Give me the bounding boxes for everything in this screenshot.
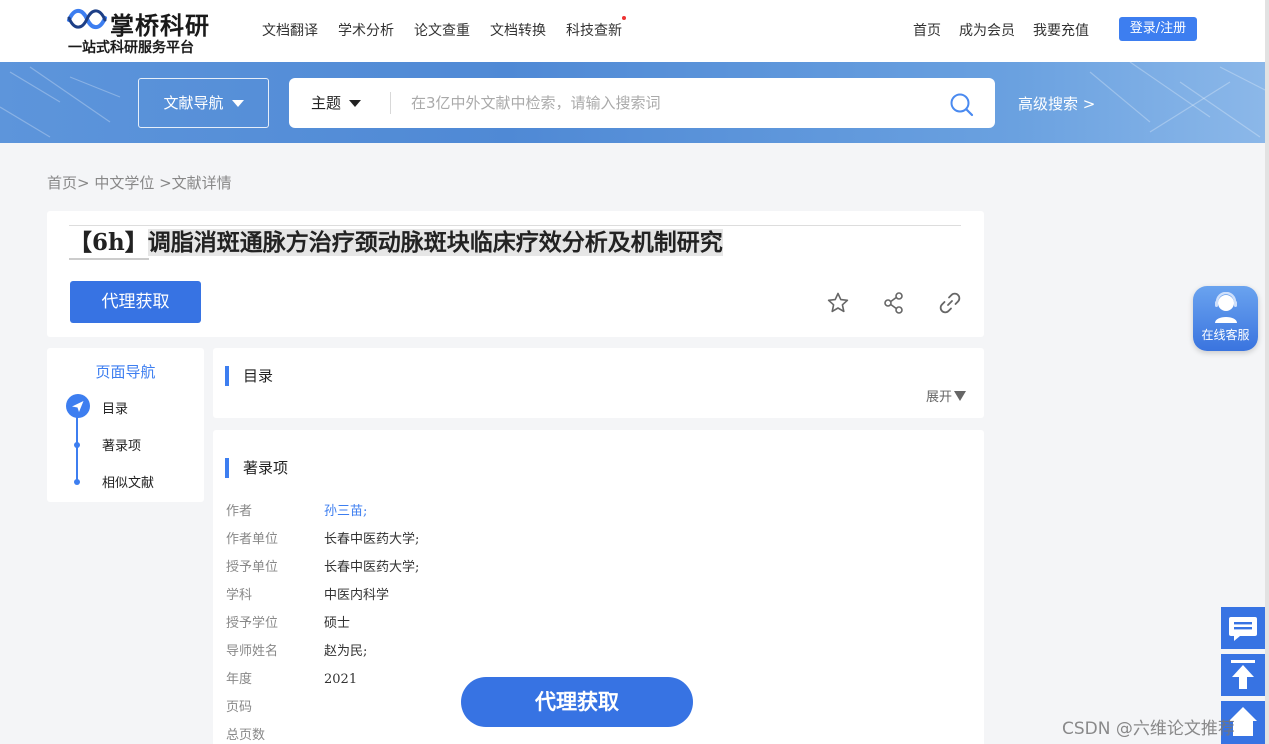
author-link[interactable]: 孙三苗; xyxy=(324,504,367,519)
caret-down-icon xyxy=(231,100,244,107)
search-divider xyxy=(390,92,391,114)
scrollbar-track[interactable] xyxy=(1265,0,1269,744)
meta-label: 授予学位 xyxy=(226,616,279,631)
nav-membership[interactable]: 成为会员 xyxy=(959,20,1015,40)
main-nav: 文档翻译 学术分析 论文查重 文档转换 科技查新 xyxy=(262,16,642,40)
arrow-up-icon xyxy=(1231,660,1255,689)
logo-mark-icon xyxy=(67,8,107,30)
meta-row-pages: 页码 xyxy=(226,696,324,716)
page-nav-timeline xyxy=(76,412,78,484)
search-type-dropdown[interactable]: 主题 xyxy=(311,78,362,128)
link-icon[interactable] xyxy=(938,291,962,315)
meta-value: 2021 xyxy=(324,672,358,687)
nav-recharge[interactable]: 我要充值 xyxy=(1033,20,1089,40)
meta-value: 硕士 xyxy=(324,616,351,631)
meta-value: 长春中医药大学; xyxy=(324,560,420,575)
online-service-widget[interactable]: 在线客服 xyxy=(1193,286,1258,351)
top-header: 掌桥科研 一站式科研服务平台 文档翻译 学术分析 论文查重 文档转换 科技查新 … xyxy=(0,0,1269,62)
meta-row-affiliation: 作者单位 长春中医药大学; xyxy=(226,528,419,548)
meta-row-discipline: 学科 中医内科学 xyxy=(226,584,389,604)
page-nav-item-similar[interactable]: 相似文献 xyxy=(102,472,154,491)
nav-plagiarism-check[interactable]: 论文查重 xyxy=(414,20,470,40)
title-text: 调脂消斑通脉方治疗颈动脉斑块临床疗效分析及机制研究 xyxy=(147,229,723,256)
nav-novelty-search[interactable]: 科技查新 xyxy=(566,16,626,40)
watermark: CSDN @六维论文推荐 xyxy=(1062,719,1235,739)
page-nav-active-marker xyxy=(66,394,90,418)
meta-label: 授予单位 xyxy=(226,560,279,575)
customer-service-icon xyxy=(1215,292,1237,323)
meta-value: 中医内科学 xyxy=(324,588,390,603)
meta-label: 作者 xyxy=(226,504,253,519)
star-icon[interactable] xyxy=(826,291,850,315)
share-icon[interactable] xyxy=(882,291,906,315)
logo-name: 掌桥科研 xyxy=(110,11,210,40)
send-icon xyxy=(72,401,84,412)
login-register-button[interactable]: 登录/注册 xyxy=(1119,17,1197,41)
page-nav-title: 页面导航 xyxy=(95,363,156,381)
proxy-fetch-button[interactable]: 代理获取 xyxy=(70,281,201,323)
meta-value: 赵为民; xyxy=(324,644,368,659)
page-nav-item-toc[interactable]: 目录 xyxy=(102,398,128,417)
meta-value: 长春中医药大学; xyxy=(324,532,420,547)
floating-proxy-fetch-button[interactable]: 代理获取 xyxy=(461,677,693,727)
nav-doc-translate[interactable]: 文档翻译 xyxy=(262,20,318,40)
expand-label: 展开 xyxy=(926,390,953,405)
triangle-down-icon xyxy=(954,391,967,401)
toc-heading: 目录 xyxy=(225,366,273,386)
site-logo[interactable]: 掌桥科研 一站式科研服务平台 xyxy=(66,4,226,58)
search-banner: 文献导航 主题 高级搜索 > xyxy=(0,62,1269,143)
meta-label: 导师姓名 xyxy=(226,644,279,659)
meta-row-degree: 授予学位 硕士 xyxy=(226,612,350,632)
meta-label: 页码 xyxy=(226,700,253,715)
meta-row-grantor: 授予单位 长春中医药大学; xyxy=(226,556,419,576)
online-service-label: 在线客服 xyxy=(1201,328,1250,342)
page-nav-dot xyxy=(74,479,80,485)
title-card: 【6h】调脂消斑通脉方治疗颈动脉斑块临床疗效分析及机制研究 代理获取 xyxy=(47,211,984,337)
expand-toggle[interactable]: 展开 xyxy=(926,386,967,405)
new-dot-badge xyxy=(622,16,626,20)
doc-navigation-label: 文献导航 xyxy=(163,94,224,112)
message-icon xyxy=(1229,617,1257,641)
doc-navigation-dropdown[interactable]: 文献导航 xyxy=(138,78,269,128)
search-icon[interactable] xyxy=(949,92,975,118)
search-box: 主题 xyxy=(289,78,995,128)
page-nav-dot xyxy=(74,442,80,448)
nav-doc-convert[interactable]: 文档转换 xyxy=(490,20,546,40)
meta-label: 年度 xyxy=(226,672,253,687)
nav-academic-analysis[interactable]: 学术分析 xyxy=(338,20,394,40)
right-nav: 首页 成为会员 我要充值 xyxy=(913,20,1107,40)
bibliography-heading: 著录项 xyxy=(225,458,288,478)
nav-home[interactable]: 首页 xyxy=(913,20,941,40)
meta-row-total-pages: 总页数 xyxy=(226,724,324,744)
title-tag: 【6h】 xyxy=(69,229,148,256)
search-type-label: 主题 xyxy=(311,94,342,112)
back-to-top-button[interactable] xyxy=(1221,654,1265,696)
nav-novelty-search-label: 科技查新 xyxy=(566,23,622,39)
document-title: 【6h】调脂消斑通脉方治疗颈动脉斑块临床疗效分析及机制研究 xyxy=(69,226,723,259)
meta-label: 总页数 xyxy=(226,728,266,743)
logo-slogan: 一站式科研服务平台 xyxy=(68,40,194,56)
meta-label: 作者单位 xyxy=(226,532,279,547)
search-input[interactable] xyxy=(411,88,931,118)
page-nav-item-bibliography[interactable]: 著录项 xyxy=(102,435,141,454)
meta-label: 学科 xyxy=(226,588,253,603)
caret-down-icon xyxy=(349,100,362,107)
meta-row-author: 作者 孙三苗; xyxy=(226,500,367,520)
advanced-search-link[interactable]: 高级搜索 > xyxy=(1018,93,1095,114)
title-bottom-rule xyxy=(69,258,149,260)
feedback-button[interactable] xyxy=(1221,607,1265,649)
toc-section: 目录 展开 xyxy=(213,348,984,418)
meta-row-year: 年度 2021 xyxy=(226,668,357,688)
breadcrumb[interactable]: 首页> 中文学位 >文献详情 xyxy=(47,172,232,193)
meta-row-advisor: 导师姓名 赵为民; xyxy=(226,640,367,660)
page-navigation: 页面导航 目录 著录项 相似文献 xyxy=(47,348,204,502)
